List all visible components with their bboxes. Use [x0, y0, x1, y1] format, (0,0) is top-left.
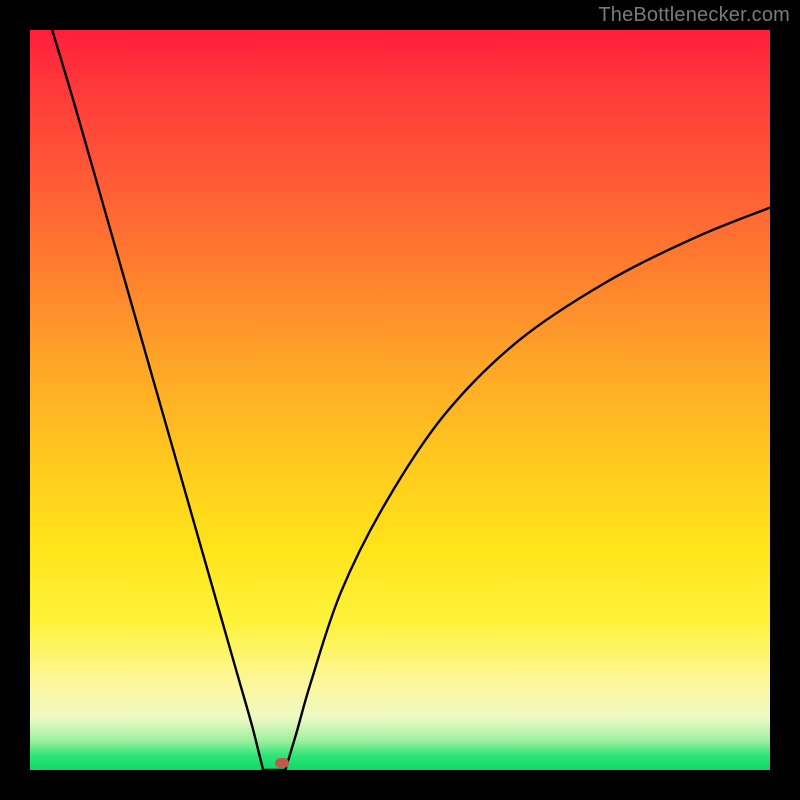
- plot-area: [30, 30, 770, 770]
- optimum-marker: [275, 758, 289, 768]
- bottleneck-curve: [30, 30, 770, 770]
- watermark-text: TheBottlenecker.com: [598, 4, 790, 27]
- chart-frame: TheBottlenecker.com: [0, 0, 800, 800]
- curve-path: [52, 30, 770, 773]
